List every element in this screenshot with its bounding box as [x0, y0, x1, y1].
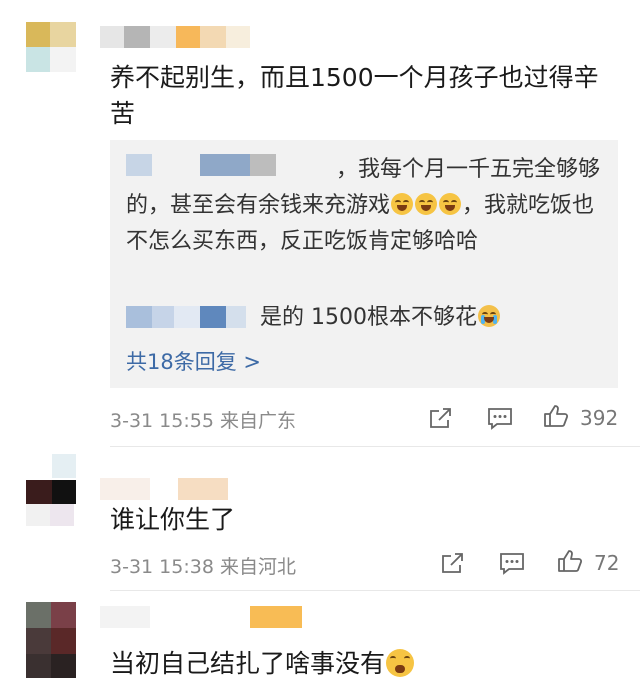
thumbs-up-icon[interactable]	[557, 549, 583, 573]
comment-item: 谁让你生了 3-31 15:38 来自河北 72	[0, 450, 640, 590]
comment-item: 养不起别生，而且1500一个月孩子也过得辛苦 ，我每个月一千五完全够够的，甚至会…	[0, 0, 640, 450]
laughing-crying-emoji	[439, 193, 462, 215]
divider	[110, 446, 640, 447]
comment-text: 养不起别生，而且1500一个月孩子也过得辛苦	[110, 63, 599, 128]
comment-item: 当初自己结扎了啥事没有	[0, 594, 640, 687]
reply-text: 是的 1500根本不够花	[260, 300, 610, 336]
username[interactable]	[100, 606, 302, 628]
like-count: 72	[594, 551, 620, 575]
comment-icon[interactable]	[499, 551, 525, 575]
laughing-crying-emoji	[415, 193, 438, 215]
share-icon[interactable]	[428, 406, 454, 430]
divider	[110, 590, 640, 591]
avatar[interactable]	[26, 22, 76, 72]
comment-text: 当初自己结扎了啥事没有	[110, 646, 620, 682]
laughing-crying-emoji	[391, 193, 414, 215]
avatar[interactable]	[26, 602, 76, 678]
share-icon[interactable]	[440, 551, 466, 575]
comment-icon[interactable]	[487, 406, 513, 430]
view-more-replies-link[interactable]: 共18条回复 >	[126, 346, 261, 376]
reply-text: ，我每个月一千五完全够够的，甚至会有余钱来充游戏 ，我就吃饭也不怎么买东西，反正吃…	[126, 152, 604, 260]
timestamp-location: 3-31 15:38 来自河北	[110, 556, 296, 578]
comment-text-content: 当初自己结扎了啥事没有	[110, 649, 386, 678]
thumbs-up-icon[interactable]	[543, 404, 569, 428]
timestamp-location: 3-31 15:55 来自广东	[110, 410, 296, 432]
crying-emoji	[477, 305, 500, 327]
avatar[interactable]	[26, 454, 76, 504]
username[interactable]	[100, 26, 250, 48]
username[interactable]	[100, 478, 228, 500]
fearful-face-emoji	[386, 649, 415, 677]
reply-preview-box[interactable]: ，我每个月一千五完全够够的，甚至会有余钱来充游戏 ，我就吃饭也不怎么买东西，反正吃…	[110, 140, 618, 388]
reply-text-content: 是的 1500根本不够花	[260, 305, 477, 330]
like-count: 392	[580, 406, 619, 430]
comment-text: 谁让你生了	[110, 505, 236, 534]
reply-username	[126, 306, 246, 328]
